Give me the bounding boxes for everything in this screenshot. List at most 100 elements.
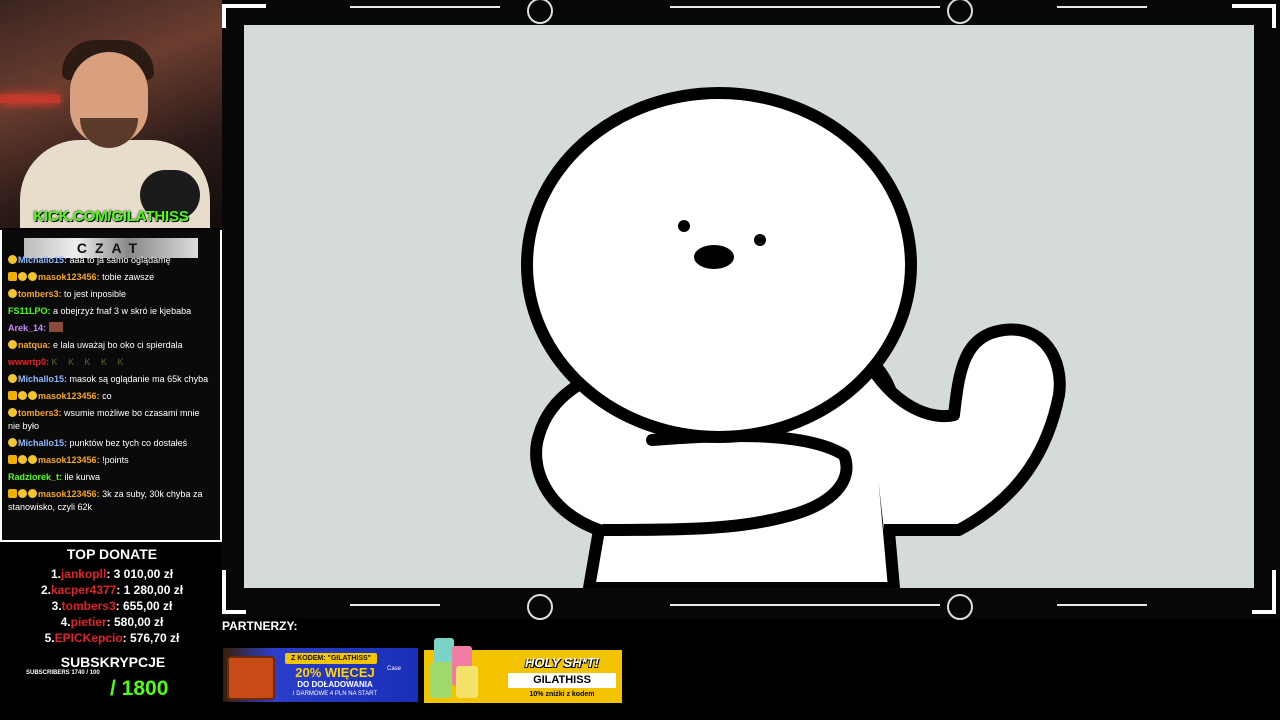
chat-message: natqua: e lala uważaj bo oko ci spierdal… — [8, 339, 214, 352]
chat-username[interactable]: Michallo15 — [18, 374, 64, 384]
sub-badge-icon — [18, 455, 27, 464]
sub-badge-icon — [8, 255, 17, 264]
crown-badge-icon — [8, 272, 17, 281]
emote-icon — [48, 322, 63, 332]
chat-text: co — [102, 391, 112, 401]
promo-line: I DARMOWE 4 PLN NA START — [292, 691, 378, 697]
cartoon-character — [521, 87, 1066, 588]
crown-badge-icon — [8, 455, 17, 464]
donate-entry: 2.kacper4377: 1 280,00 zł — [0, 582, 224, 598]
donate-amount: : 1 280,00 zł — [116, 583, 184, 597]
chat-message: Michallo15: aaa to ja samo oglądamę — [8, 254, 214, 267]
chat-username[interactable]: tombers3 — [18, 408, 59, 418]
chat-username[interactable]: masok123456 — [38, 272, 97, 282]
subscribers-counter: SUBSCRIBERS 1740 / 100 — [26, 670, 100, 676]
donate-entry: 3.tombers3: 655,00 zł — [0, 598, 224, 614]
chat-username[interactable]: Arek_14 — [8, 323, 43, 333]
chat-message: wwwrtp0: K K K K K — [8, 357, 128, 367]
chat-username[interactable]: masok123456 — [38, 391, 97, 401]
donor-name: pietier — [70, 615, 107, 629]
chat-text: tobie zawsze — [102, 272, 155, 282]
chat-message: masok123456: co — [8, 390, 214, 403]
chat-message: Michallo15: punktów bez tych co dostałeś — [8, 437, 214, 450]
promo-code: GILATHISS — [508, 673, 616, 688]
donor-name: tombers3 — [61, 599, 116, 613]
chat-message: tombers3: wsumie możliwe bo czasami mnie… — [8, 408, 200, 431]
sub-badge-icon — [8, 374, 17, 383]
chat-message: Radziorek_t: ile kurwa — [8, 472, 101, 482]
top-donate-title: TOP DONATE — [66, 546, 158, 562]
chat-text: to jest inposible — [64, 289, 127, 299]
shield-logo-icon — [947, 0, 973, 24]
donate-entry: 1.jankopll: 3 010,00 zł — [0, 566, 224, 582]
chat-username[interactable]: FS11LPO — [8, 306, 48, 316]
frame-corner — [222, 570, 246, 614]
chat-username[interactable]: masok123456 — [38, 489, 97, 499]
chat-username[interactable]: natqua — [18, 340, 48, 350]
subscriptions-title: SUBSKRYPCJE — [60, 654, 166, 670]
chat-username[interactable]: Radziorek_t — [8, 472, 59, 482]
sponsor-logo-icon — [947, 594, 973, 620]
chat-text: a obejrzyż fnaf 3 w skró ie kjebaba — [53, 306, 192, 316]
chat-message: tombers3: to jest inposible — [8, 288, 214, 301]
chat-username[interactable]: masok123456 — [38, 455, 97, 465]
chat-username[interactable]: wwwrtp0 — [8, 357, 46, 367]
donor-name: jankopll — [60, 567, 107, 581]
chat-text: !points — [102, 455, 129, 465]
promo-line: DO DOŁADOWANIA — [297, 680, 373, 689]
chat-text: K K K K K — [51, 357, 128, 367]
sponsor-logo-icon — [527, 0, 553, 24]
chat-message: Michallo15: masok są oglądanie ma 65k ch… — [8, 373, 214, 386]
top-donate-list: 1.jankopll: 3 010,00 zł 2.kacper4377: 1 2… — [0, 566, 224, 646]
sub-badge-icon — [18, 489, 27, 498]
chat-username[interactable]: Michallo15 — [18, 438, 64, 448]
donate-rank: 2. — [40, 583, 51, 597]
sub-badge-icon — [18, 272, 27, 281]
donate-amount: : 576,70 zł — [122, 631, 180, 645]
sub-badge-icon — [28, 391, 37, 400]
promo-headline: HOLY SH*T! — [525, 655, 599, 670]
partner-banner-holy[interactable]: HOLY SH*T! GILATHISS 10% zniżki z kodem — [424, 638, 622, 703]
chest-icon — [227, 656, 275, 700]
promo-note: 10% zniżki z kodem — [529, 691, 595, 698]
chat-message: masok123456: !points — [8, 454, 214, 467]
chat-text: aaa to ja samo oglądamę — [69, 255, 171, 265]
chat-username[interactable]: Michallo15 — [18, 255, 64, 265]
sub-badge-icon — [28, 455, 37, 464]
sub-badge-icon — [8, 340, 17, 349]
donor-name: kacper4377 — [50, 583, 117, 597]
donate-amount: : 3 010,00 zł — [106, 567, 174, 581]
chat-message: masok123456: 3k za suby, 30k chyba za st… — [8, 489, 203, 512]
chat-message: Arek_14: — [8, 322, 214, 335]
donate-rank: 4. — [60, 615, 71, 629]
chat-text: masok są oglądanie ma 65k chyba — [69, 374, 209, 384]
drink-cans-icon — [430, 638, 478, 698]
partner-banner-case[interactable]: Z KODEM: "GILATHISS" 20% WIĘCEJ DO DOŁAD… — [223, 648, 418, 702]
sub-badge-icon — [8, 408, 17, 417]
donate-amount: : 655,00 zł — [115, 599, 173, 613]
chat-text: punktów bez tych co dostałeś — [69, 438, 188, 448]
crown-badge-icon — [8, 489, 17, 498]
chat-text: ile kurwa — [64, 472, 101, 482]
chat-text: e lala uważaj bo oko ci spierdala — [53, 340, 183, 350]
promo-headline: 20% WIĘCEJ — [295, 665, 375, 680]
sub-badge-icon — [28, 272, 37, 281]
chat-message: masok123456: tobie zawsze — [8, 271, 214, 284]
sub-badge-icon — [18, 391, 27, 400]
sub-badge-icon — [8, 438, 17, 447]
character-eye — [754, 234, 766, 246]
character-eye — [678, 220, 690, 232]
frame-corner — [1252, 570, 1276, 614]
chat-username[interactable]: tombers3 — [18, 289, 59, 299]
donate-entry: 4.pietier: 580,00 zł — [0, 614, 224, 630]
donate-rank: 1. — [50, 567, 61, 581]
chat-message: FS11LPO: a obejrzyż fnaf 3 w skró ie kje… — [8, 306, 192, 316]
video-canvas — [244, 25, 1254, 588]
donate-entry: 5.EPICKepcio: 576,70 zł — [0, 630, 224, 646]
subscribers-goal: / 1800 — [110, 677, 169, 700]
donor-name: EPICKepcio — [54, 631, 123, 645]
donate-amount: : 580,00 zł — [106, 615, 164, 629]
promo-code: Z KODEM: "GILATHISS" — [285, 653, 377, 664]
partner-brand: Case — [387, 666, 402, 672]
character-nose — [694, 245, 734, 269]
